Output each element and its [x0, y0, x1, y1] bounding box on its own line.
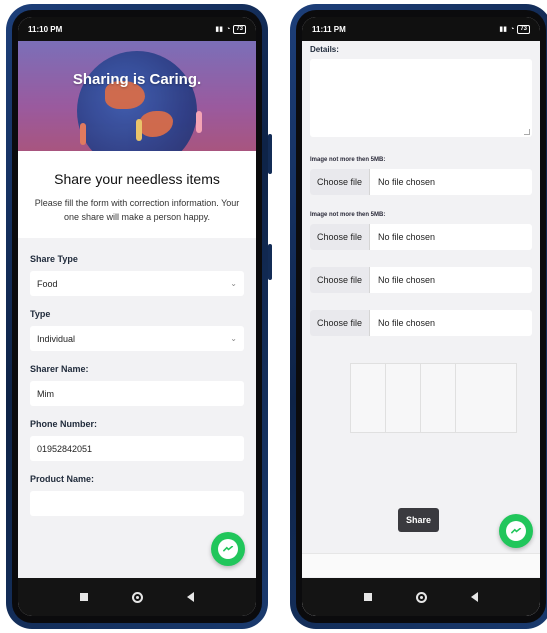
- phone-left: 11:10 PM ▮▮ ◔ 73 Sharing is Caring. Shar…: [6, 4, 272, 629]
- image-preview-slot: [421, 364, 456, 432]
- sharer-name-value: Mim: [37, 388, 54, 399]
- status-icons: ▮▮ ◔ 73: [215, 24, 246, 34]
- hero-banner: Sharing is Caring.: [18, 41, 256, 151]
- share-type-value: Food: [37, 278, 58, 289]
- phone-number-input[interactable]: 01952842051: [30, 436, 244, 461]
- intro-section: Share your needless items Please fill th…: [18, 151, 256, 238]
- volume-button: [268, 134, 272, 174]
- file-status: No file chosen: [378, 177, 436, 187]
- chevron-down-icon: ⌄: [230, 334, 237, 343]
- android-nav-bar: [302, 578, 540, 616]
- footer-band: [302, 553, 540, 577]
- image-preview-grid: [350, 363, 517, 433]
- status-time: 11:10 PM: [28, 24, 63, 34]
- nav-home-icon[interactable]: [416, 591, 427, 603]
- intro-description: Please fill the form with correction inf…: [34, 198, 240, 222]
- chevron-down-icon: ⌄: [230, 279, 237, 288]
- phone-number-value: 01952842051: [37, 443, 93, 454]
- file-status: No file chosen: [378, 318, 436, 328]
- person-figure: [136, 119, 142, 141]
- share-type-select[interactable]: Food ⌄: [30, 271, 244, 296]
- wifi-icon: ◔: [226, 25, 231, 33]
- image-preview-slot: [351, 364, 386, 432]
- battery-icon: 73: [517, 24, 530, 34]
- messenger-chat-button[interactable]: [211, 532, 245, 566]
- signal-icon: ▮▮: [499, 26, 508, 33]
- nav-home-icon[interactable]: [132, 591, 143, 603]
- sharer-name-label: Sharer Name:: [30, 364, 89, 374]
- status-bar: 11:10 PM ▮▮ ◔ 73: [18, 17, 256, 41]
- status-time: 11:11 PM: [312, 24, 346, 34]
- screen-left: 11:10 PM ▮▮ ◔ 73 Sharing is Caring. Shar…: [18, 17, 256, 616]
- nav-back-icon[interactable]: [187, 592, 194, 602]
- file-input[interactable]: Choose file No file chosen: [310, 224, 532, 250]
- image-size-label: Image not more then 5MB:: [310, 212, 386, 218]
- phone-number-label: Phone Number:: [30, 419, 98, 429]
- share-form: Share Type Food ⌄ Type Individual ⌄ Shar…: [18, 238, 256, 516]
- type-value: Individual: [37, 333, 76, 344]
- power-button: [268, 244, 272, 280]
- details-textarea[interactable]: [310, 59, 532, 137]
- type-label: Type: [30, 309, 51, 319]
- screen-right: 11:11 PM ▮▮ ◔ 73 Details: Image not more…: [302, 17, 540, 616]
- bezel-left: 11:10 PM ▮▮ ◔ 73 Sharing is Caring. Shar…: [12, 10, 262, 623]
- file-status: No file chosen: [378, 232, 436, 242]
- choose-file-button[interactable]: Choose file: [310, 267, 371, 293]
- image-size-label: Image not more then 5MB:: [310, 157, 386, 163]
- intro-heading: Share your needless items: [54, 171, 220, 187]
- file-input[interactable]: Choose file No file chosen: [310, 310, 532, 336]
- status-bar: 11:11 PM ▮▮ ◔ 73: [302, 17, 540, 41]
- messenger-chat-button[interactable]: [499, 514, 533, 548]
- sharer-name-input[interactable]: Mim: [30, 381, 244, 406]
- file-status: No file chosen: [378, 275, 436, 285]
- choose-file-button[interactable]: Choose file: [310, 310, 371, 336]
- product-name-label: Product Name:: [30, 474, 95, 484]
- nav-square-icon[interactable]: [364, 593, 372, 601]
- signal-icon: ▮▮: [215, 26, 224, 33]
- phone-right: 11:11 PM ▮▮ ◔ 73 Details: Image not more…: [290, 4, 547, 629]
- status-icons: ▮▮ ◔ 73: [499, 24, 530, 34]
- nav-square-icon[interactable]: [80, 593, 88, 601]
- share-button[interactable]: Share: [398, 508, 440, 532]
- type-select[interactable]: Individual ⌄: [30, 326, 244, 351]
- person-figure: [196, 111, 202, 133]
- product-name-input[interactable]: [30, 491, 244, 516]
- image-preview-slot: [456, 364, 516, 432]
- choose-file-button[interactable]: Choose file: [310, 224, 371, 250]
- choose-file-button[interactable]: Choose file: [310, 169, 371, 195]
- nav-back-icon[interactable]: [471, 592, 478, 602]
- share-type-label: Share Type: [30, 254, 78, 264]
- file-input[interactable]: Choose file No file chosen: [310, 169, 532, 195]
- file-input[interactable]: Choose file No file chosen: [310, 267, 532, 293]
- hero-title: Sharing is Caring.: [72, 71, 202, 88]
- messenger-icon: [218, 539, 238, 559]
- details-label: Details:: [310, 45, 339, 54]
- messenger-icon: [506, 521, 526, 541]
- image-preview-slot: [386, 364, 421, 432]
- android-nav-bar: [18, 578, 256, 616]
- battery-icon: 73: [233, 24, 246, 34]
- wifi-icon: ◔: [510, 25, 515, 33]
- person-figure: [80, 123, 86, 145]
- bezel-right: 11:11 PM ▮▮ ◔ 73 Details: Image not more…: [296, 10, 546, 623]
